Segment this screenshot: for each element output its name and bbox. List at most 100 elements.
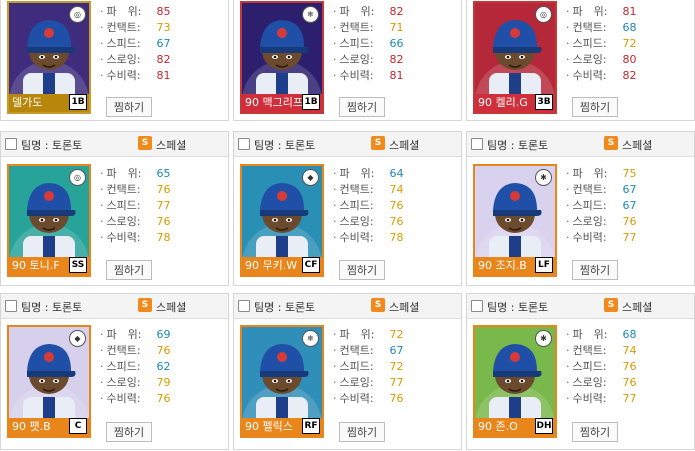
player-card: 팀명 : 토론토 S 스페셜 ◆ 90 무키.W CF · 파 위: 64 · 컨택트… [233,131,462,286]
bullet-icon: · [566,215,570,228]
wishlist-button[interactable]: 찜하기 [339,422,385,442]
stat-list: · 파 위: 65 · 컨택트: 76 · 스피드: 77 · 스로잉: 76 · 수비력: 78 [100,166,220,246]
stat-label: 수비력: [339,69,374,82]
bullet-icon: · [333,167,337,180]
stat-label: 스피드: [339,37,374,50]
special-icon: S [138,136,152,150]
wishlist-button[interactable]: 찜하기 [106,422,152,442]
stat-value: 80 [622,53,637,66]
bullet-icon: · [566,69,570,82]
select-checkbox[interactable] [5,138,17,150]
player-portrait[interactable]: ◎ 90 켈리.G 3B [473,1,557,114]
wishlist-button[interactable]: 찜하기 [106,260,152,280]
stat-row-power: · 파 위: 82 [333,4,453,20]
stat-value: 78 [156,231,171,244]
stat-label: 스피드: [106,360,141,373]
stat-value: 76 [389,215,404,228]
stat-row-contact: · 컨택트: 76 [100,343,220,359]
select-checkbox[interactable] [238,300,250,312]
stat-row-defense: · 수비력: 78 [100,230,220,246]
stat-value: 77 [389,376,404,389]
stat-row-contact: · 컨택트: 68 [566,20,686,36]
stat-value: 76 [389,199,404,212]
team-label: 팀명 : 토론토 [487,139,549,152]
player-portrait[interactable]: ✱ 90 조지.B LF [473,164,557,277]
stat-row-contact: · 컨택트: 67 [333,343,453,359]
wishlist-button[interactable]: 찜하기 [572,260,618,280]
team-label: 팀명 : 토론토 [254,139,316,152]
stat-label: 수비력: [572,392,607,405]
position-badge: LF [535,257,553,273]
player-portrait[interactable]: ✱ 90 존.O DH [473,325,557,438]
bullet-icon: · [100,53,104,66]
special-label: 스페셜 [622,139,653,152]
bullet-icon: · [333,5,337,18]
bullet-icon: · [333,376,337,389]
stat-row-speed: · 스피드: 76 [566,359,686,375]
stat-value: 76 [156,215,171,228]
stat-label: 파 위: [339,328,375,341]
wishlist-button[interactable]: 찜하기 [339,260,385,280]
select-checkbox[interactable] [238,138,250,150]
stat-list: · 파 위: 64 · 컨택트: 74 · 스피드: 76 · 스로잉: 76 · 수비력: 78 [333,166,453,246]
select-checkbox[interactable] [471,138,483,150]
stat-label: 스로잉: [572,53,607,66]
special-label: 스페셜 [622,301,653,314]
player-portrait[interactable]: ❄ 90 펠릭스 RF [240,325,324,438]
stat-value: 79 [156,376,171,389]
special-icon: S [604,298,618,312]
select-checkbox[interactable] [471,300,483,312]
stat-label: 컨택트: [339,344,374,357]
player-portrait[interactable]: ◎ 90 토니.F SS [7,164,91,277]
bullet-icon: · [333,215,337,228]
stat-value: 76 [156,344,171,357]
stat-label: 파 위: [572,167,608,180]
stat-row-defense: · 수비력: 81 [333,68,453,84]
stat-row-defense: · 수비력: 76 [100,391,220,407]
stat-value: 68 [622,21,637,34]
bullet-icon: · [100,167,104,180]
card-grade-badge-icon: ◎ [535,6,552,23]
stat-row-speed: · 스피드: 76 [333,198,453,214]
position-badge: 3B [535,94,553,110]
bullet-icon: · [333,344,337,357]
stat-value: 76 [622,360,637,373]
player-card: 팀명 : 토론토 S 스페셜 ❄ 90 펠릭스 RF · 파 위: 72 · 컨택트:… [233,293,462,450]
card-header: 팀명 : 토론토 S 스페셜 [467,294,694,319]
wishlist-button[interactable]: 찜하기 [572,422,618,442]
position-badge: C [69,418,87,434]
wishlist-button[interactable]: 찜하기 [572,97,618,117]
stat-row-throw: · 스로잉: 77 [333,375,453,391]
player-portrait[interactable]: ◎ 델가도 1B [7,1,91,114]
stat-value: 78 [389,231,404,244]
stat-label: 스로잉: [572,215,607,228]
player-card: ❄ 90 맥그리프 1B · 파 위: 82 · 컨택트: 71 · 스피드: 66 · 스로… [233,0,462,121]
stat-value: 76 [156,183,171,196]
stat-row-throw: · 스로잉: 82 [100,52,220,68]
player-portrait[interactable]: ❄ 90 맥그리프 1B [240,1,324,114]
player-portrait[interactable]: ◆ 90 팻.B C [7,325,91,438]
stat-label: 컨택트: [572,183,607,196]
stat-list: · 파 위: 75 · 컨택트: 67 · 스피드: 67 · 스로잉: 76 · 수비력: 77 [566,166,686,246]
special-icon: S [138,298,152,312]
wishlist-button[interactable]: 찜하기 [339,97,385,117]
stat-row-power: · 파 위: 81 [566,4,686,20]
stat-list: · 파 위: 72 · 컨택트: 67 · 스피드: 72 · 스로잉: 77 · 수비력: 76 [333,327,453,407]
stat-value: 75 [622,167,637,180]
stat-row-defense: · 수비력: 76 [333,391,453,407]
bullet-icon: · [333,183,337,196]
stat-value: 62 [156,360,171,373]
stat-row-defense: · 수비력: 77 [566,391,686,407]
wishlist-button[interactable]: 찜하기 [106,97,152,117]
stat-label: 수비력: [339,392,374,405]
team-label: 팀명 : 토론토 [21,301,83,314]
select-checkbox[interactable] [5,300,17,312]
special-icon: S [604,136,618,150]
player-portrait[interactable]: ◆ 90 무키.W CF [240,164,324,277]
card-grade-badge-icon: ✱ [535,330,552,347]
stat-row-speed: · 스피드: 67 [100,36,220,52]
bullet-icon: · [566,392,570,405]
stat-value: 76 [622,376,637,389]
stat-value: 65 [156,167,171,180]
player-card: ◎ 델가도 1B · 파 위: 85 · 컨택트: 73 · 스피드: 67 · 스로잉: 82… [0,0,229,121]
